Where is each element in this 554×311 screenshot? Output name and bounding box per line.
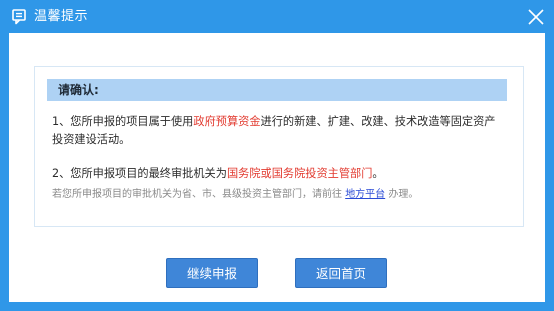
return-home-button[interactable]: 返回首页: [295, 258, 387, 288]
dialog-window: 温馨提示 请确认: 1、您所申报的项目属于使用政府预算资金进行的新建、扩建、改建…: [0, 0, 554, 311]
notice-box: 请确认: 1、您所申报的项目属于使用政府预算资金进行的新建、扩建、改建、技术改造…: [34, 66, 524, 227]
close-icon[interactable]: [526, 7, 546, 27]
notice-item-1: 1、您所申报的项目属于使用政府预算资金进行的新建、扩建、改建、技术改造等固定资产: [52, 114, 495, 129]
notice-item-2: 2、您所申报项目的最终审批机关为国务院或国务院投资主管部门。: [52, 166, 384, 181]
notice-item-1-line2: 投资建设活动。: [52, 133, 131, 146]
dialog-title: 温馨提示: [34, 9, 89, 24]
continue-apply-button[interactable]: 继续申报: [166, 258, 258, 288]
notice-item-2-prefix: 2、您所申报项目的最终审批机关为: [52, 167, 227, 180]
notice-item-2-suffix: 。: [372, 167, 384, 180]
dialog-titlebar: 温馨提示: [1, 1, 553, 33]
notice-item-1-prefix: 1、您所申报的项目属于使用: [52, 115, 194, 128]
notice-item-1-suffix: 进行的新建、扩建、改建、技术改造等固定资产: [260, 115, 496, 128]
notice-item-2-highlight: 国务院或国务院投资主管部门: [226, 167, 373, 180]
notice-header-text: 请确认:: [58, 83, 99, 97]
notice-note-prefix: 若您所申报项目的审批机关为省、市、县级投资主管部门，请前往: [52, 189, 342, 200]
notice-note: 若您所申报项目的审批机关为省、市、县级投资主管部门，请前往 地方平台 办理。: [52, 187, 418, 202]
notice-item-1-highlight: 政府预算资金: [193, 115, 261, 128]
notice-header: 请确认:: [47, 79, 507, 101]
dialog-body: 请确认: 1、您所申报的项目属于使用政府预算资金进行的新建、扩建、改建、技术改造…: [9, 33, 545, 302]
notice-note-suffix: 办理。: [388, 189, 419, 200]
message-icon: [12, 9, 26, 25]
local-platform-link[interactable]: 地方平台: [345, 189, 385, 200]
